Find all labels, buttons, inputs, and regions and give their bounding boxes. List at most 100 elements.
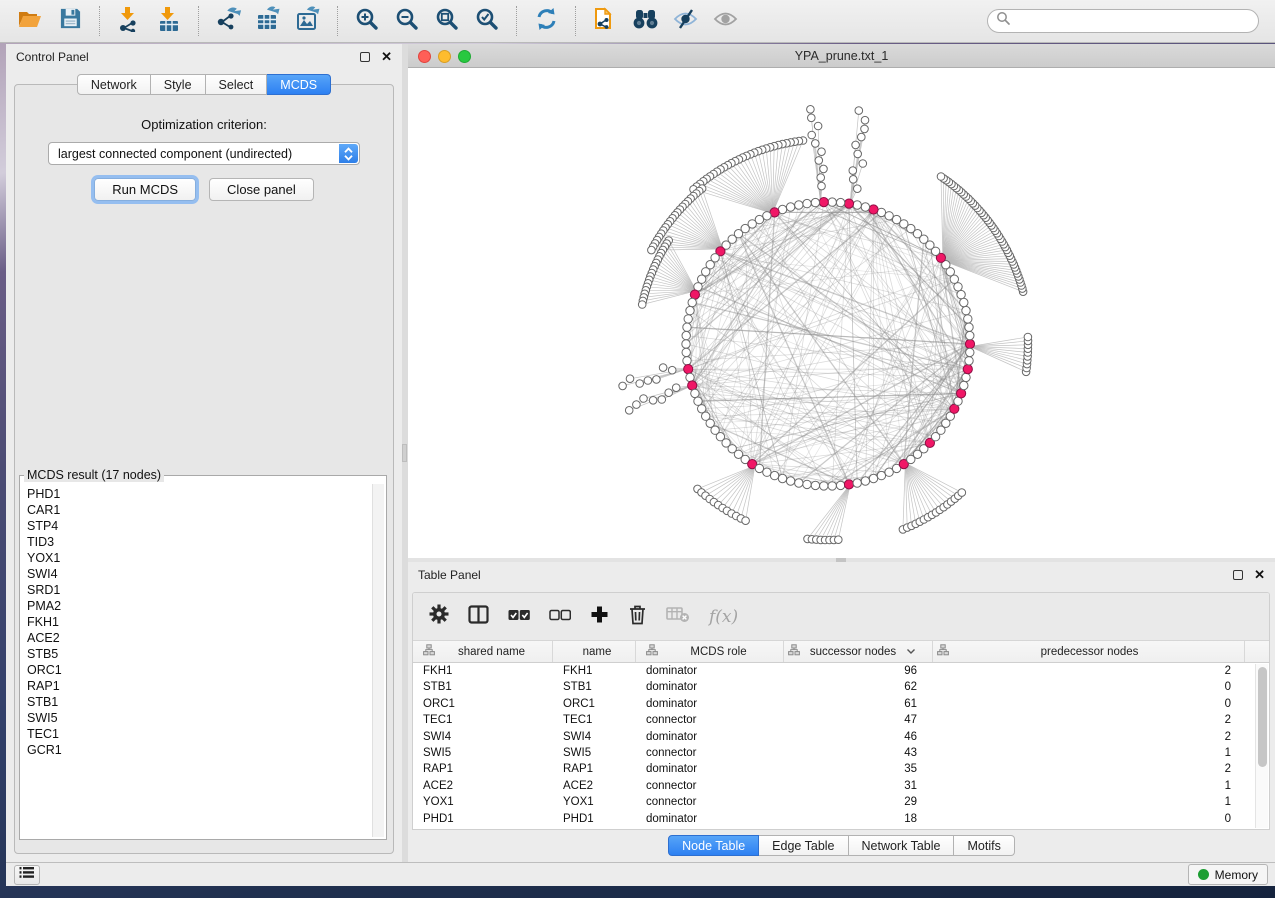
zoom-out-button[interactable] [392, 6, 422, 36]
cell-name[interactable]: SWI4 [553, 729, 636, 745]
mcds-node[interactable] [957, 389, 966, 398]
network-node[interactable] [849, 176, 857, 184]
mcds-result-list[interactable]: PHD1CAR1STP4TID3YOX1SWI4SRD1PMA2FKH1ACE2… [22, 484, 371, 837]
cell-shared-name[interactable]: TEC1 [413, 712, 553, 728]
network-node[interactable] [684, 315, 692, 323]
result-node-item[interactable]: ACE2 [27, 630, 371, 646]
network-node[interactable] [828, 482, 836, 490]
network-node[interactable] [853, 479, 861, 487]
close-panel-icon[interactable]: ✕ [381, 52, 392, 62]
network-node[interactable] [958, 489, 966, 497]
network-node[interactable] [778, 474, 786, 482]
export-network-button[interactable] [213, 6, 243, 36]
table-row[interactable]: FKH1FKH1dominator962 [413, 663, 1269, 679]
network-node[interactable] [626, 375, 634, 383]
deselect-all-button[interactable] [549, 608, 571, 626]
cell-shared-name[interactable]: RAP1 [413, 761, 553, 777]
result-node-item[interactable]: CAR1 [27, 502, 371, 518]
table-scrollbar[interactable] [1255, 664, 1268, 828]
cell-mcds-role[interactable]: connector [636, 794, 784, 810]
network-node[interactable] [861, 203, 869, 211]
hide-selected-button[interactable] [670, 6, 700, 36]
network-node[interactable] [682, 331, 690, 339]
network-node[interactable] [803, 480, 811, 488]
network-node[interactable] [877, 471, 885, 479]
network-node[interactable] [885, 212, 893, 220]
network-node[interactable] [742, 517, 750, 525]
cell-successor-nodes[interactable]: 43 [784, 745, 933, 761]
network-node[interactable] [836, 198, 844, 206]
export-table-button[interactable] [253, 6, 283, 36]
tab-style[interactable]: Style [151, 74, 206, 95]
network-node[interactable] [698, 275, 706, 283]
result-node-item[interactable]: GCR1 [27, 742, 371, 758]
memory-button[interactable]: Memory [1188, 864, 1268, 885]
network-node[interactable] [835, 536, 843, 544]
show-all-button[interactable] [710, 6, 740, 36]
network-canvas[interactable] [408, 68, 1275, 558]
table-row[interactable]: TEC1TEC1connector472 [413, 712, 1269, 728]
cell-successor-nodes[interactable]: 31 [784, 778, 933, 794]
network-node[interactable] [653, 376, 661, 384]
result-node-item[interactable]: TID3 [27, 534, 371, 550]
cell-name[interactable]: PHD1 [553, 811, 636, 827]
network-node[interactable] [814, 122, 822, 130]
cell-predecessor-nodes[interactable]: 2 [933, 729, 1245, 745]
result-node-item[interactable]: PMA2 [27, 598, 371, 614]
network-node[interactable] [682, 348, 690, 356]
network-node[interactable] [636, 380, 644, 388]
network-node[interactable] [625, 407, 633, 415]
table-row[interactable]: YOX1YOX1connector291 [413, 794, 1269, 810]
network-node[interactable] [954, 283, 962, 291]
cell-predecessor-nodes[interactable]: 0 [933, 811, 1245, 827]
cell-shared-name[interactable]: FKH1 [413, 663, 553, 679]
cell-successor-nodes[interactable]: 35 [784, 761, 933, 777]
network-node[interactable] [818, 182, 826, 190]
network-node[interactable] [957, 290, 965, 298]
network-node[interactable] [694, 397, 702, 405]
network-node[interactable] [619, 382, 627, 390]
close-panel-button[interactable]: Close panel [209, 178, 314, 201]
network-node[interactable] [815, 157, 823, 165]
network-node[interactable] [808, 131, 816, 139]
network-node[interactable] [820, 165, 828, 173]
select-all-button[interactable] [508, 608, 530, 626]
cell-name[interactable]: YOX1 [553, 794, 636, 810]
cell-mcds-role[interactable]: connector [636, 712, 784, 728]
result-node-item[interactable]: TEC1 [27, 726, 371, 742]
result-list-scrollbar[interactable] [372, 484, 384, 837]
cell-successor-nodes[interactable]: 29 [784, 794, 933, 810]
table-scrollbar-thumb[interactable] [1258, 667, 1267, 767]
result-node-item[interactable]: SWI4 [27, 566, 371, 582]
result-node-item[interactable]: SRD1 [27, 582, 371, 598]
mcds-node[interactable] [819, 198, 828, 207]
table-row[interactable]: ACE2ACE2connector311 [413, 778, 1269, 794]
result-node-item[interactable]: RAP1 [27, 678, 371, 694]
table-row[interactable]: RAP1RAP1dominator352 [413, 761, 1269, 777]
cell-predecessor-nodes[interactable]: 2 [933, 712, 1245, 728]
zoom-in-button[interactable] [352, 6, 382, 36]
network-node[interactable] [648, 246, 656, 254]
network-node[interactable] [818, 148, 826, 156]
network-node[interactable] [854, 150, 862, 158]
cell-successor-nodes[interactable]: 47 [784, 712, 933, 728]
column-header-mcds-role[interactable]: MCDS role [636, 641, 784, 662]
cell-mcds-role[interactable]: dominator [636, 679, 784, 695]
network-node[interactable] [960, 381, 968, 389]
splitter-grip[interactable] [402, 444, 407, 462]
column-header-successor-nodes[interactable]: successor nodes [784, 641, 933, 662]
cell-successor-nodes[interactable]: 96 [784, 663, 933, 679]
table-row[interactable]: SWI5SWI5connector431 [413, 745, 1269, 761]
network-node[interactable] [786, 477, 794, 485]
table-row[interactable]: PHD1PHD1dominator180 [413, 811, 1269, 827]
network-node[interactable] [812, 140, 820, 148]
cell-shared-name[interactable]: STB1 [413, 679, 553, 695]
cell-predecessor-nodes[interactable]: 0 [933, 679, 1245, 695]
cell-shared-name[interactable]: ACE2 [413, 778, 553, 794]
network-node[interactable] [861, 125, 869, 133]
mcds-node[interactable] [684, 365, 693, 374]
column-header-predecessor-nodes[interactable]: predecessor nodes [933, 641, 1245, 662]
cell-name[interactable]: SWI5 [553, 745, 636, 761]
network-node[interactable] [817, 174, 825, 182]
cell-predecessor-nodes[interactable]: 1 [933, 778, 1245, 794]
